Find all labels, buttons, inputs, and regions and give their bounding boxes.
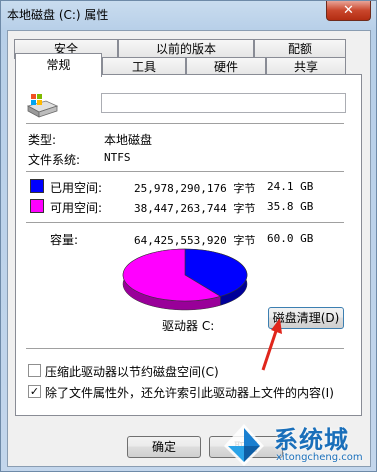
capacity-size: 60.0 GB [267,232,314,245]
free-space-swatch [30,199,44,213]
drive-letter-label: 驱动器 C: [162,319,215,333]
separator-bottom [26,348,344,349]
used-space-size: 24.1 GB [267,180,314,193]
tab-quota[interactable]: 配额 [254,39,346,59]
type-value: 本地磁盘 [104,133,153,147]
separator-middle [26,171,344,172]
type-label: 类型: [28,133,57,147]
window-title: 本地磁盘 (C:) 属性 [7,8,109,22]
file-system-label: 文件系统: [28,153,81,167]
tab-previous-versions[interactable]: 以前的版本 [118,39,254,59]
tab-general[interactable]: 常规 [15,53,102,77]
used-space-swatch [30,179,44,193]
free-space-bytes: 38,447,263,744 字节 [134,202,256,215]
file-system-value: NTFS [104,151,131,164]
watermark-logo-icon [224,424,264,466]
index-checkbox[interactable]: ✓ [28,385,41,398]
hard-drive-icon [26,94,58,118]
separator-capacity [26,222,344,223]
free-space-label: 可用空间: [50,201,103,215]
free-space-size: 35.8 GB [267,200,314,213]
watermark-brand: 系统城 [274,426,349,454]
disk-usage-pie-chart [122,248,248,311]
close-button[interactable]: ✕ [326,1,371,21]
red-arrow-annotation [261,318,282,371]
capacity-label: 容量: [50,233,79,247]
used-space-bytes: 25,978,290,176 字节 [134,182,256,195]
drive-name-field[interactable] [101,93,346,113]
compress-label[interactable]: 压缩此驱动器以节约磁盘空间(C) [45,363,219,380]
index-label[interactable]: 除了文件属性外，还允许索引此驱动器上文件的内容(I) [45,384,334,401]
compress-checkbox[interactable] [28,364,41,377]
title-bar[interactable]: 本地磁盘 (C:) 属性 ✕ [1,1,377,31]
used-space-label: 已用空间: [50,181,103,195]
ok-button[interactable]: 确定 [127,436,201,458]
separator-top [26,123,344,124]
watermark: 系统城 xitongcheng.com [218,418,377,472]
watermark-url: xitongcheng.com [276,452,363,463]
